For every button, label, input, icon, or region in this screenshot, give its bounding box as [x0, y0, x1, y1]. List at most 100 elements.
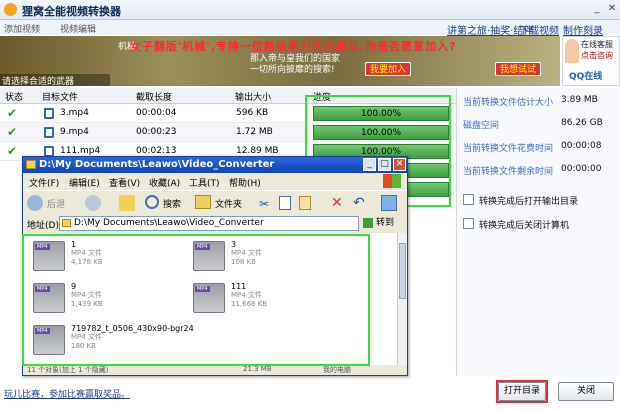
up-folder-icon[interactable]: [119, 195, 135, 211]
address-folder-icon: [62, 219, 71, 227]
link-download-video[interactable]: 下载视频: [519, 22, 559, 37]
search-label[interactable]: 搜索: [163, 197, 181, 210]
status-object-count: 11 个对象(加上 1 个隐藏): [27, 366, 109, 374]
stat-label: 当前转换文件估计大小: [463, 98, 554, 108]
menu-tools[interactable]: 工具(T): [189, 176, 220, 189]
row-size: 1.72 MB: [236, 127, 273, 137]
banner-try-button[interactable]: 我想试试: [495, 62, 541, 76]
open-output-dir-label: 转换完成后打开输出目录: [479, 197, 579, 207]
explorer-toolbar: 后退 搜索 文件夹 ✂ ✕ ↶: [23, 190, 407, 214]
shutdown-label: 转换完成后关闭计算机: [479, 221, 570, 231]
explorer-status-bar: 11 个对象(加上 1 个隐藏) 21.3 MB 我的电脑: [23, 365, 407, 375]
search-icon[interactable]: [145, 195, 159, 209]
app-logo-icon: [4, 3, 17, 16]
explorer-scrollbar[interactable]: [397, 233, 407, 365]
go-label: 转到: [376, 218, 395, 228]
stat-label: 当前转换文件花费时间: [463, 144, 554, 154]
header-status[interactable]: 状态: [5, 90, 23, 103]
done-check-icon: ✔: [7, 144, 18, 158]
support-line-2: 点击咨询: [581, 51, 613, 60]
address-label: 地址(D): [27, 221, 59, 231]
go-arrow-icon: [363, 217, 373, 228]
menu-file[interactable]: 文件(F): [29, 176, 59, 189]
banner-headline: 女子翻版'机械',专持一位超级暴力的男狼队,你是否愿意加入?: [130, 40, 457, 53]
stat-value: 86.26 GB: [561, 118, 603, 128]
app-title: 狸窝全能视频转换器: [22, 5, 121, 18]
row-size: 596 KB: [236, 108, 269, 118]
row-duration: 00:02:13: [136, 146, 177, 156]
menu-edit[interactable]: 编辑(E): [69, 176, 100, 189]
paste-icon[interactable]: [299, 196, 311, 210]
highlight-box-files: [22, 234, 370, 366]
menu-view[interactable]: 查看(V): [109, 176, 140, 189]
delete-icon[interactable]: ✕: [331, 195, 343, 211]
undo-icon[interactable]: ↶: [353, 195, 365, 211]
row-duration: 00:00:23: [136, 127, 177, 137]
explorer-title-bar: D:\My Documents\Leawo\Video_Converter _ …: [23, 157, 407, 173]
row-duration: 00:00:04: [136, 108, 177, 118]
status-total-size: 21.3 MB: [243, 365, 272, 373]
header-target-file[interactable]: 目标文件: [42, 90, 78, 103]
explorer-title: D:\My Documents\Leawo\Video_Converter: [39, 159, 275, 170]
copy-icon[interactable]: [279, 196, 291, 210]
close-button[interactable]: 关闭: [558, 382, 614, 401]
explorer-menubar: 文件(F) 编辑(E) 查看(V) 收藏(A) 工具(T) 帮助(H): [23, 173, 407, 190]
address-bar: 地址(D) D:\My Documents\Leawo\Video_Conver…: [23, 214, 407, 233]
support-line-1: 在线客服: [581, 40, 613, 49]
explorer-close-button[interactable]: ✕: [393, 158, 406, 171]
banner-sub-line-1: 那入帝与皇我们的国家: [250, 54, 341, 64]
contest-link[interactable]: 玩儿比赛，参加比赛赢取奖品。: [4, 387, 130, 400]
stat-label: 磁盘空间: [463, 121, 500, 131]
video-file-icon: [44, 127, 54, 138]
explorer-maximize-button[interactable]: □: [378, 158, 391, 171]
minimize-button[interactable]: _: [590, 3, 604, 16]
explorer-minimize-button[interactable]: _: [363, 158, 376, 171]
banner-sub-line-2: 一切所向披靡的搜索!: [250, 65, 335, 75]
header-duration[interactable]: 截取长度: [136, 90, 172, 103]
conversion-info-panel: 当前转换文件估计大小 3.89 MB 磁盘空间 86.26 GB 当前转换文件花…: [456, 88, 620, 376]
table-row[interactable]: ✔ 3.mp4 00:00:04 596 KB: [0, 104, 305, 123]
menu-favorites[interactable]: 收藏(A): [149, 176, 180, 189]
open-output-dir-checkbox[interactable]: [463, 194, 474, 205]
back-label[interactable]: 后退: [47, 197, 65, 210]
forward-arrow-icon[interactable]: [85, 195, 101, 211]
table-row[interactable]: ✔ 9.mp4 00:00:23 1.72 MB: [0, 123, 305, 142]
banner-join-button[interactable]: 我要加入: [365, 62, 411, 76]
status-location: 我的电脑: [323, 366, 351, 374]
menu-help[interactable]: 帮助(H): [229, 176, 261, 189]
folders-icon[interactable]: [195, 195, 211, 209]
back-arrow-icon[interactable]: [27, 195, 43, 211]
done-check-icon: ✔: [7, 125, 18, 139]
top-menubar: 添加视频 视频编辑 讲第之旅·抽奖·结伴 下载视频 制作刻录DVD: [0, 20, 620, 48]
windows-logo-icon: [383, 174, 401, 188]
support-avatar-icon: [565, 39, 579, 63]
menu-tab-add-video[interactable]: 添加视频: [4, 22, 40, 35]
folder-icon: [26, 160, 36, 169]
banner-bottom-note: 请选择合适的武器: [0, 74, 110, 86]
folders-label[interactable]: 文件夹: [215, 197, 242, 210]
row-file: 9.mp4: [60, 127, 89, 137]
close-window-button[interactable]: ✕: [605, 3, 619, 16]
stat-value: 00:00:08: [561, 141, 602, 151]
row-file: 3.mp4: [60, 108, 89, 118]
online-support[interactable]: 在线客服 点击咨询 QQ在线: [562, 36, 620, 86]
stat-value: 3.89 MB: [561, 95, 598, 105]
ad-banner[interactable]: 机械 女子翻版'机械',专持一位超级暴力的男狼队,你是否愿意加入? 那入帝与皇我…: [0, 36, 560, 86]
stat-value: 00:00:00: [561, 164, 602, 174]
stat-label: 当前转换文件剩余时间: [463, 167, 554, 177]
go-button[interactable]: 转到: [363, 216, 401, 231]
video-file-icon: [44, 108, 54, 119]
views-icon[interactable]: [381, 195, 397, 211]
cut-icon[interactable]: ✂: [259, 197, 269, 211]
open-directory-button[interactable]: 打开目录: [498, 382, 546, 401]
qq-online-button[interactable]: QQ在线: [569, 69, 602, 82]
row-size: 12.89 MB: [236, 146, 279, 156]
shutdown-checkbox[interactable]: [463, 218, 474, 229]
menu-tab-video-edit[interactable]: 视频编辑: [60, 22, 96, 35]
scroll-thumb[interactable]: [399, 243, 406, 299]
done-check-icon: ✔: [7, 106, 18, 120]
address-input[interactable]: D:\My Documents\Leawo\Video_Converter: [59, 216, 359, 231]
header-output-size[interactable]: 输出大小: [235, 90, 271, 103]
title-bar: 狸窝全能视频转换器 _ ✕: [0, 0, 620, 20]
row-file: 111.mp4: [60, 146, 101, 156]
